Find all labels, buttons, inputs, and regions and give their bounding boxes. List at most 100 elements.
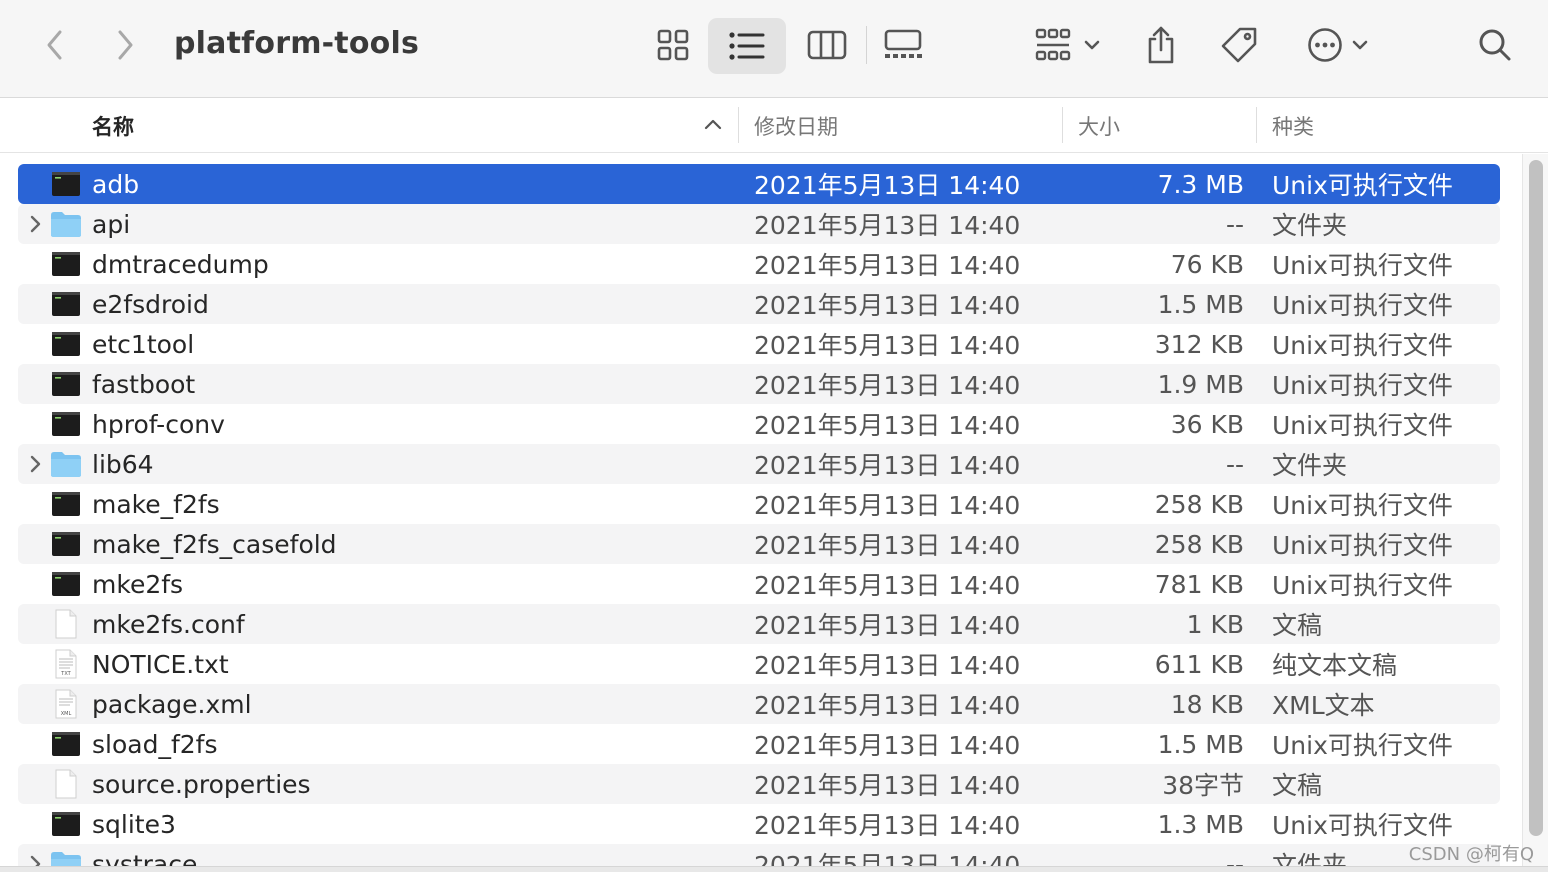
file-date: 2021年5月13日 14:40 <box>754 171 1021 200</box>
file-row[interactable]: dmtracedump 2021年5月13日 14:40 76 KB Unix可执行文… <box>18 244 1500 284</box>
file-row[interactable]: source.properties 2021年5月13日 14:40 38字节 文稿 <box>18 764 1500 804</box>
file-name: hprof-conv <box>92 409 225 439</box>
columns-icon <box>807 30 847 60</box>
file-name: api <box>92 209 131 239</box>
folder-icon <box>50 209 82 239</box>
file-size: 1 KB <box>1186 609 1244 639</box>
column-divider[interactable] <box>738 107 739 143</box>
file-row[interactable]: sqlite3 2021年5月13日 14:40 1.3 MB Unix可执行文件 <box>18 804 1500 844</box>
column-view-button[interactable] <box>800 20 854 70</box>
executable-icon <box>50 169 82 199</box>
file-name: dmtracedump <box>92 249 269 279</box>
file-date: 2021年5月13日 14:40 <box>754 371 1021 400</box>
column-header-size[interactable]: 大小 <box>1078 99 1120 153</box>
disclosure-chevron-icon[interactable] <box>27 214 43 234</box>
group-by-button[interactable] <box>1026 20 1106 70</box>
column-header-name[interactable]: 名称 <box>92 99 134 153</box>
vertical-scrollbar[interactable] <box>1522 154 1548 872</box>
file-name: etc1tool <box>92 329 195 359</box>
list-view-button[interactable] <box>708 18 786 74</box>
ellipsis-circle-icon <box>1308 28 1342 62</box>
file-row[interactable]: make_f2fs 2021年5月13日 14:40 258 KB Unix可执行文件 <box>18 484 1500 524</box>
file-size: -- <box>1225 449 1244 479</box>
column-divider[interactable] <box>1256 107 1257 143</box>
file-size: 258 KB <box>1154 529 1244 559</box>
file-size: 1.9 MB <box>1157 369 1244 399</box>
file-row[interactable]: sload_f2fs 2021年5月13日 14:40 1.5 MB Unix可执行文… <box>18 724 1500 764</box>
file-name: make_f2fs_casefold <box>92 529 337 559</box>
executable-icon <box>50 409 82 439</box>
file-name: sload_f2fs <box>92 729 218 759</box>
file-row[interactable]: adb 2021年5月13日 14:40 7.3 MB Unix可执行文件 <box>18 164 1500 204</box>
column-header-kind[interactable]: 种类 <box>1272 99 1314 153</box>
executable-icon <box>50 489 82 519</box>
svg-text:XML: XML <box>61 711 72 717</box>
xml-file-icon: XML <box>50 689 82 719</box>
more-actions-button[interactable] <box>1298 20 1378 70</box>
file-kind: XML文本 <box>1272 691 1375 720</box>
file-name: mke2fs.conf <box>92 609 245 639</box>
group-icon <box>1035 28 1071 61</box>
icon-view-button[interactable] <box>648 20 698 70</box>
window-bottom-edge <box>0 866 1548 872</box>
file-row[interactable]: mke2fs 2021年5月13日 14:40 781 KB Unix可执行文件 <box>18 564 1500 604</box>
file-name: mke2fs <box>92 569 184 599</box>
file-kind: Unix可执行文件 <box>1272 251 1453 280</box>
column-header-date[interactable]: 修改日期 <box>754 99 838 153</box>
search-button[interactable] <box>1472 20 1518 70</box>
file-kind: Unix可执行文件 <box>1272 291 1453 320</box>
back-button[interactable] <box>38 26 72 64</box>
file-row[interactable]: TXT NOTICE.txt 2021年5月13日 14:40 611 KB 纯文本文稿 <box>18 644 1500 684</box>
file-kind: 文件夹 <box>1272 211 1348 240</box>
file-date: 2021年5月13日 14:40 <box>754 251 1021 280</box>
file-name: sqlite3 <box>92 809 176 839</box>
chevron-left-icon <box>47 30 62 60</box>
column-divider[interactable] <box>1062 107 1063 143</box>
share-button[interactable] <box>1138 20 1184 70</box>
disclosure-chevron-icon[interactable] <box>27 454 43 474</box>
file-name: lib64 <box>92 449 154 479</box>
scrollbar-thumb[interactable] <box>1529 160 1543 836</box>
file-row[interactable]: fastboot 2021年5月13日 14:40 1.9 MB Unix可执行文件 <box>18 364 1500 404</box>
gallery-icon <box>884 29 922 58</box>
forward-button[interactable] <box>108 26 142 64</box>
file-date: 2021年5月13日 14:40 <box>754 611 1021 640</box>
sort-ascending-icon[interactable] <box>704 117 722 131</box>
search-icon <box>1479 29 1511 61</box>
file-row[interactable]: hprof-conv 2021年5月13日 14:40 36 KB Unix可执行文件 <box>18 404 1500 444</box>
file-row[interactable]: make_f2fs_casefold 2021年5月13日 14:40 258 KB… <box>18 524 1500 564</box>
file-row[interactable]: e2fsdroid 2021年5月13日 14:40 1.5 MB Unix可执行文件 <box>18 284 1500 324</box>
gallery-view-button[interactable] <box>876 20 930 70</box>
file-row[interactable]: api 2021年5月13日 14:40 -- 文件夹 <box>18 204 1500 244</box>
file-row[interactable]: XML package.xml 2021年5月13日 14:40 18 KB XML文本 <box>18 684 1500 724</box>
file-kind: Unix可执行文件 <box>1272 531 1453 560</box>
file-date: 2021年5月13日 14:40 <box>754 731 1021 760</box>
file-size: 1.5 MB <box>1157 289 1244 319</box>
file-name: NOTICE.txt <box>92 649 229 679</box>
tags-button[interactable] <box>1214 20 1264 70</box>
file-size: 36 KB <box>1170 409 1244 439</box>
executable-icon <box>50 809 82 839</box>
file-date: 2021年5月13日 14:40 <box>754 451 1021 480</box>
svg-text:TXT: TXT <box>60 671 71 677</box>
file-kind: 文件夹 <box>1272 451 1348 480</box>
file-size: 38字节 <box>1162 771 1244 800</box>
executable-icon <box>50 329 82 359</box>
file-kind: Unix可执行文件 <box>1272 411 1453 440</box>
file-size: 1.3 MB <box>1157 809 1244 839</box>
chevron-down-icon <box>1352 40 1368 50</box>
chevron-right-icon <box>118 30 133 60</box>
file-name: fastboot <box>92 369 196 399</box>
list-header: 名称 修改日期 大小 种类 <box>0 99 1548 153</box>
file-row[interactable]: mke2fs.conf 2021年5月13日 14:40 1 KB 文稿 <box>18 604 1500 644</box>
list-icon <box>729 32 765 60</box>
file-row[interactable]: lib64 2021年5月13日 14:40 -- 文件夹 <box>18 444 1500 484</box>
share-icon <box>1148 26 1174 64</box>
file-size: 1.5 MB <box>1157 729 1244 759</box>
file-name: make_f2fs <box>92 489 220 519</box>
file-date: 2021年5月13日 14:40 <box>754 491 1021 520</box>
file-date: 2021年5月13日 14:40 <box>754 531 1021 560</box>
file-row[interactable]: etc1tool 2021年5月13日 14:40 312 KB Unix可执行文件 <box>18 324 1500 364</box>
file-date: 2021年5月13日 14:40 <box>754 331 1021 360</box>
file-date: 2021年5月13日 14:40 <box>754 291 1021 320</box>
